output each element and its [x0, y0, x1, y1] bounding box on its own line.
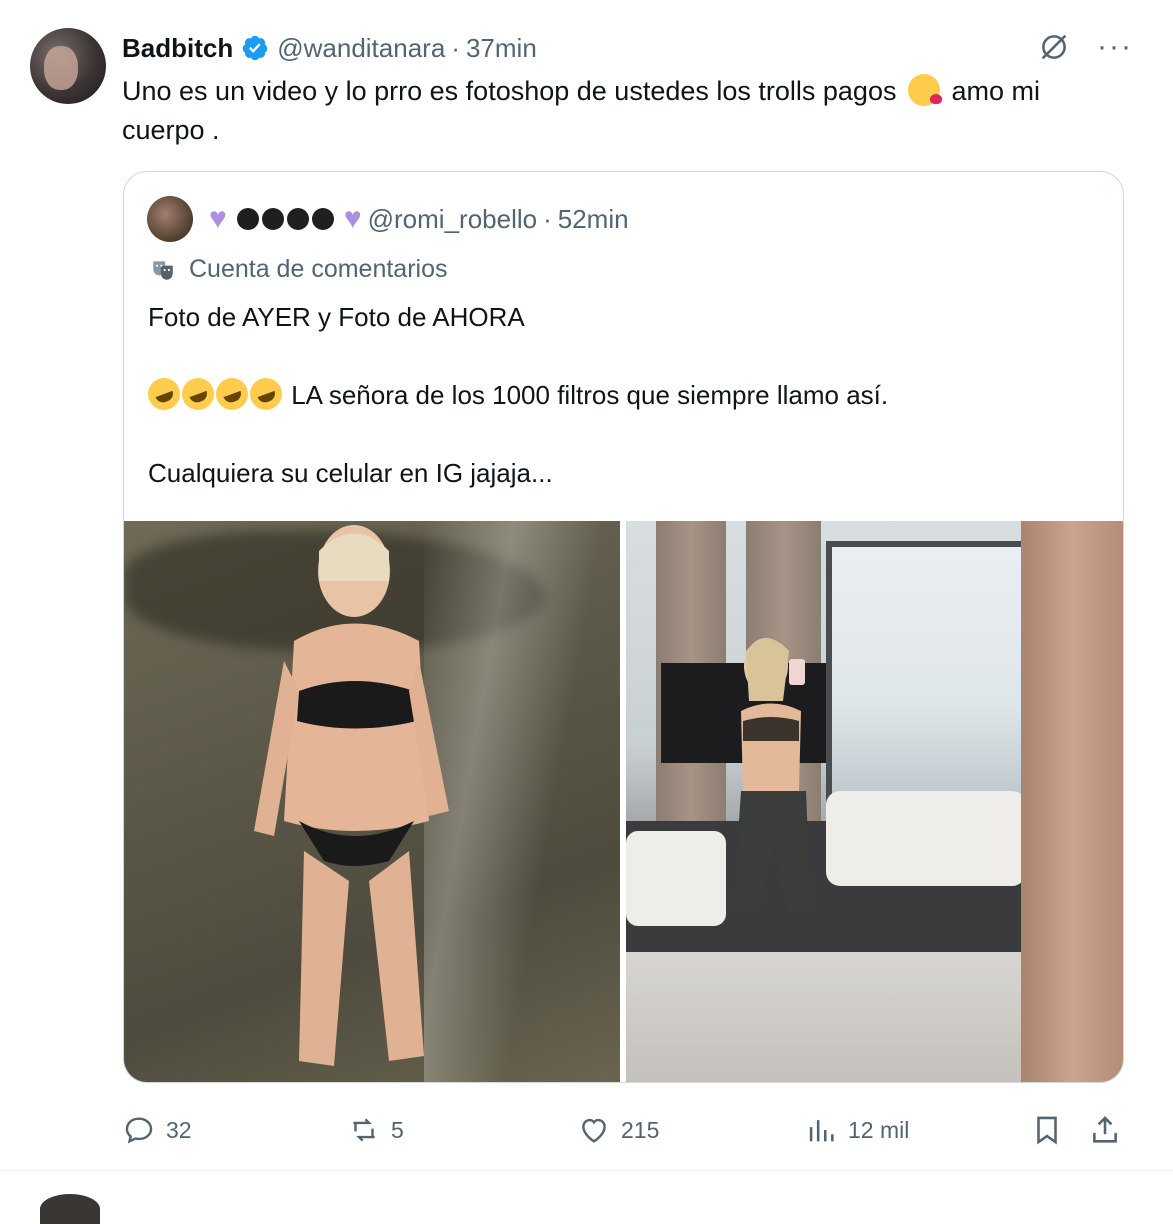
rofl-emoji-icon — [245, 373, 287, 415]
tweet-text-part1: Uno es un video y lo prro es fotoshop de… — [122, 76, 904, 106]
reply-count: 32 — [166, 1116, 192, 1143]
more-icon[interactable]: ··· — [1097, 32, 1133, 62]
number-badge-icon — [286, 208, 309, 230]
views-button[interactable]: 12 mil — [804, 1108, 909, 1152]
beach-person-figure — [254, 525, 449, 1066]
tweet-divider — [0, 1170, 1173, 1171]
reply-button[interactable]: 32 — [122, 1108, 192, 1152]
share-button[interactable] — [1088, 1108, 1122, 1152]
quote-avatar[interactable] — [147, 196, 193, 242]
next-tweet-avatar[interactable] — [40, 1194, 100, 1224]
like-button[interactable]: 215 — [577, 1108, 659, 1152]
like-icon — [582, 1118, 606, 1143]
tweet-header: Badbitch @wanditanara · 37min — [122, 30, 537, 66]
quote-line-2: LA señora de los 1000 filtros que siempr… — [284, 380, 889, 410]
author-avatar[interactable] — [30, 28, 106, 104]
kissing-face-emoji-icon — [907, 74, 942, 106]
selfie-person-figure — [733, 638, 811, 911]
share-icon — [1093, 1116, 1117, 1143]
quote-display-name-emoji — [236, 208, 334, 230]
tweet-time[interactable]: 37min — [466, 33, 537, 64]
repost-icon — [353, 1118, 375, 1142]
quoted-tweet[interactable]: ♥ ♥ @romi_robello · 52min Cuenta de come… — [123, 171, 1124, 1083]
purple-heart-icon: ♥ — [343, 202, 362, 235]
rofl-emoji-icon — [211, 373, 253, 415]
number-badge-icon — [261, 208, 284, 230]
quote-time: 52min — [557, 203, 629, 234]
beach-photo[interactable] — [124, 521, 620, 1082]
theater-mask-icon — [153, 260, 173, 280]
views-icon — [809, 1120, 834, 1142]
like-count: 215 — [621, 1116, 660, 1143]
tweet-text: Uno es un video y lo prro es fotoshop de… — [122, 72, 1122, 150]
number-badge-icon — [236, 208, 259, 230]
reply-icon — [125, 1117, 153, 1144]
quote-separator: · — [543, 203, 552, 234]
views-count: 12 mil — [848, 1116, 910, 1143]
header-separator: · — [451, 32, 460, 63]
rofl-emoji-icon — [177, 373, 219, 415]
quote-handle: @romi_robello — [367, 203, 538, 234]
purple-heart-icon: ♥ — [209, 202, 227, 235]
grok-icon[interactable] — [1037, 30, 1071, 64]
quote-line-2-wrap: LA señora de los 1000 filtros que siempr… — [143, 373, 1098, 415]
bookmark-icon — [1037, 1116, 1057, 1145]
commentary-label-text: Cuenta de comentarios — [189, 255, 448, 283]
header-actions: ··· — [1037, 30, 1133, 64]
quote-line-3: Cualquiera su celular en IG jajaja... — [148, 458, 553, 488]
repost-count: 5 — [391, 1116, 404, 1143]
author-handle[interactable]: @wanditanara — [277, 33, 445, 64]
quote-media — [124, 521, 1123, 1082]
number-badge-icon — [311, 208, 334, 230]
commentary-account-label: Cuenta de comentarios — [149, 255, 447, 284]
quote-text: Foto de AYER y Foto de AHORA LA señora d… — [143, 298, 1098, 493]
tweet[interactable]: Badbitch @wanditanara · 37min ··· Uno es… — [0, 0, 1173, 1170]
tweet-actions: 32 5 215 12 mil — [122, 1108, 1132, 1152]
author-name[interactable]: Badbitch — [122, 33, 233, 64]
quote-header: ♥ ♥ @romi_robello · 52min — [147, 196, 629, 242]
mirror-selfie-photo[interactable] — [626, 521, 1123, 1082]
rofl-emoji-icon — [143, 373, 185, 415]
quote-line-1: Foto de AYER y Foto de AHORA — [148, 302, 525, 332]
repost-button[interactable]: 5 — [347, 1108, 404, 1152]
bookmark-button[interactable] — [1030, 1108, 1064, 1152]
verified-badge-icon — [242, 35, 268, 61]
